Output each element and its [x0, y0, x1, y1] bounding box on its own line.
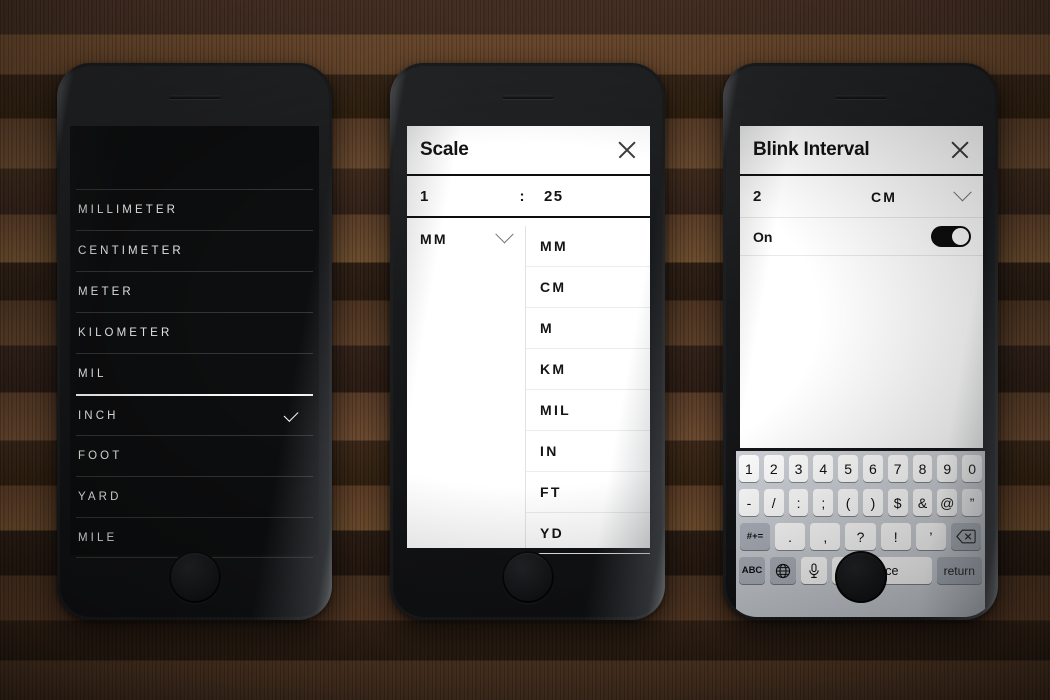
- scale-ratio-row: 1 : 25: [407, 176, 650, 218]
- unit-label: YARD: [78, 491, 122, 503]
- key-period[interactable]: .: [775, 523, 806, 550]
- key-2[interactable]: 2: [763, 455, 784, 482]
- unit-label: KILOMETER: [78, 327, 173, 339]
- key-apostrophe[interactable]: ’: [915, 523, 947, 550]
- key-symbols-toggle[interactable]: #+=: [740, 523, 770, 550]
- key-colon[interactable]: :: [788, 489, 809, 516]
- key-paren-close[interactable]: ): [863, 489, 883, 516]
- blink-interval-dialog: Blink Interval 2 CM On: [740, 126, 983, 448]
- keyboard-row-numbers: 1 2 3 4 5 6 7 8 9 0: [739, 455, 982, 482]
- earpiece-speaker-icon: [501, 95, 554, 99]
- page-title: Scale: [420, 139, 469, 160]
- phone-left-body: MILLIMETER CENTIMETER METER KILOMETER MI…: [60, 66, 329, 617]
- scale-unit-value: MM: [420, 230, 448, 247]
- key-question[interactable]: ?: [845, 523, 876, 550]
- key-5[interactable]: 5: [838, 455, 858, 482]
- key-quote[interactable]: ”: [962, 489, 982, 516]
- unit-list: MILLIMETER CENTIMETER METER KILOMETER MI…: [76, 189, 313, 558]
- dropdown-option-in[interactable]: IN: [526, 431, 650, 472]
- close-icon[interactable]: [949, 139, 971, 161]
- toggle-knob: [952, 228, 969, 245]
- key-at[interactable]: @: [937, 489, 958, 516]
- unit-list-item-inch[interactable]: INCH: [76, 394, 313, 435]
- dropdown-option-m[interactable]: M: [526, 308, 650, 349]
- close-icon[interactable]: [616, 139, 638, 161]
- wood-desk-background: MILLIMETER CENTIMETER METER KILOMETER MI…: [0, 0, 1050, 700]
- check-icon: [283, 406, 299, 422]
- globe-icon[interactable]: [770, 557, 796, 584]
- chevron-down-icon: [953, 183, 972, 202]
- home-button[interactable]: [834, 551, 887, 603]
- key-0[interactable]: 0: [962, 455, 982, 482]
- scale-numerator-input[interactable]: 1: [407, 176, 513, 216]
- unit-label: MILLIMETER: [78, 204, 179, 216]
- phone-center-body: Scale 1 : 25 MM MM CM M KM MIL IN FT YD: [393, 66, 662, 617]
- unit-label: CENTIMETER: [78, 245, 184, 257]
- key-3[interactable]: 3: [788, 455, 809, 482]
- unit-label: INCH: [78, 409, 119, 422]
- key-7[interactable]: 7: [887, 455, 908, 482]
- key-dollar[interactable]: $: [887, 489, 908, 516]
- blink-on-toggle[interactable]: [931, 226, 971, 247]
- key-1[interactable]: 1: [739, 455, 759, 482]
- key-ampersand[interactable]: &: [912, 489, 933, 516]
- unit-label: MIL: [78, 368, 107, 380]
- blink-value-input[interactable]: 2: [740, 176, 858, 217]
- earpiece-speaker-icon: [834, 95, 887, 99]
- scale-dialog-titlebar: Scale: [407, 126, 650, 176]
- blink-unit-select[interactable]: CM: [858, 176, 983, 217]
- unit-list-item-yard[interactable]: YARD: [76, 476, 313, 517]
- key-6[interactable]: 6: [863, 455, 883, 482]
- unit-list-item-mil[interactable]: MIL: [76, 353, 313, 394]
- backspace-icon[interactable]: [951, 523, 982, 550]
- phone-right-body: Blink Interval 2 CM On 1 2 3 4 5 6 7 8 9…: [726, 66, 995, 617]
- phone-center: Scale 1 : 25 MM MM CM M KM MIL IN FT YD: [390, 63, 665, 620]
- unit-list-item-centimeter[interactable]: CENTIMETER: [76, 230, 313, 271]
- blink-dialog-titlebar: Blink Interval: [740, 126, 983, 176]
- key-8[interactable]: 8: [912, 455, 933, 482]
- chevron-down-icon: [495, 225, 514, 244]
- key-abc[interactable]: ABC: [739, 557, 765, 584]
- phone-left: MILLIMETER CENTIMETER METER KILOMETER MI…: [57, 63, 332, 620]
- scale-unit-select[interactable]: MM: [407, 218, 525, 259]
- blink-unit-value: CM: [871, 188, 898, 205]
- dropdown-option-yd[interactable]: YD: [526, 513, 650, 554]
- key-9[interactable]: 9: [937, 455, 958, 482]
- scale-denominator-input[interactable]: 25: [531, 176, 650, 216]
- key-paren-open[interactable]: (: [838, 489, 858, 516]
- blink-value-row: 2 CM: [740, 176, 983, 218]
- key-return[interactable]: return: [936, 557, 982, 584]
- key-hyphen[interactable]: -: [739, 489, 759, 516]
- phone-right: Blink Interval 2 CM On 1 2 3 4 5 6 7 8 9…: [723, 63, 998, 620]
- page-title: Blink Interval: [753, 139, 870, 160]
- toggle-label: On: [753, 228, 773, 245]
- ratio-separator: :: [519, 187, 525, 205]
- key-comma[interactable]: ,: [810, 523, 841, 550]
- dropdown-option-mil[interactable]: MIL: [526, 390, 650, 431]
- key-exclamation[interactable]: !: [880, 523, 911, 550]
- earpiece-speaker-icon: [168, 95, 221, 99]
- dropdown-option-mm[interactable]: MM: [526, 226, 650, 267]
- key-slash[interactable]: /: [763, 489, 784, 516]
- scale-unit-dropdown[interactable]: MM CM M KM MIL IN FT YD: [525, 226, 650, 554]
- keyboard-row-symbols: - / : ; ( ) $ & @ ”: [739, 489, 982, 516]
- blink-on-row[interactable]: On: [740, 218, 983, 256]
- unit-list-screen: MILLIMETER CENTIMETER METER KILOMETER MI…: [70, 126, 319, 558]
- keyboard-row-punctuation: #+= . , ? ! ’: [739, 523, 982, 550]
- dropdown-option-cm[interactable]: CM: [526, 267, 650, 308]
- unit-list-item-kilometer[interactable]: KILOMETER: [76, 312, 313, 353]
- home-button[interactable]: [501, 551, 554, 603]
- unit-label: FOOT: [78, 450, 123, 462]
- unit-list-item-meter[interactable]: METER: [76, 271, 313, 312]
- dropdown-option-ft[interactable]: FT: [526, 472, 650, 513]
- unit-label: MILE: [78, 531, 118, 544]
- unit-label: METER: [78, 286, 134, 298]
- key-4[interactable]: 4: [813, 455, 834, 482]
- unit-list-item-foot[interactable]: FOOT: [76, 435, 313, 476]
- home-button[interactable]: [168, 551, 221, 603]
- dropdown-option-km[interactable]: KM: [526, 349, 650, 390]
- unit-list-item-millimeter[interactable]: MILLIMETER: [76, 189, 313, 230]
- key-semicolon[interactable]: ;: [813, 489, 834, 516]
- microphone-icon[interactable]: [801, 557, 827, 584]
